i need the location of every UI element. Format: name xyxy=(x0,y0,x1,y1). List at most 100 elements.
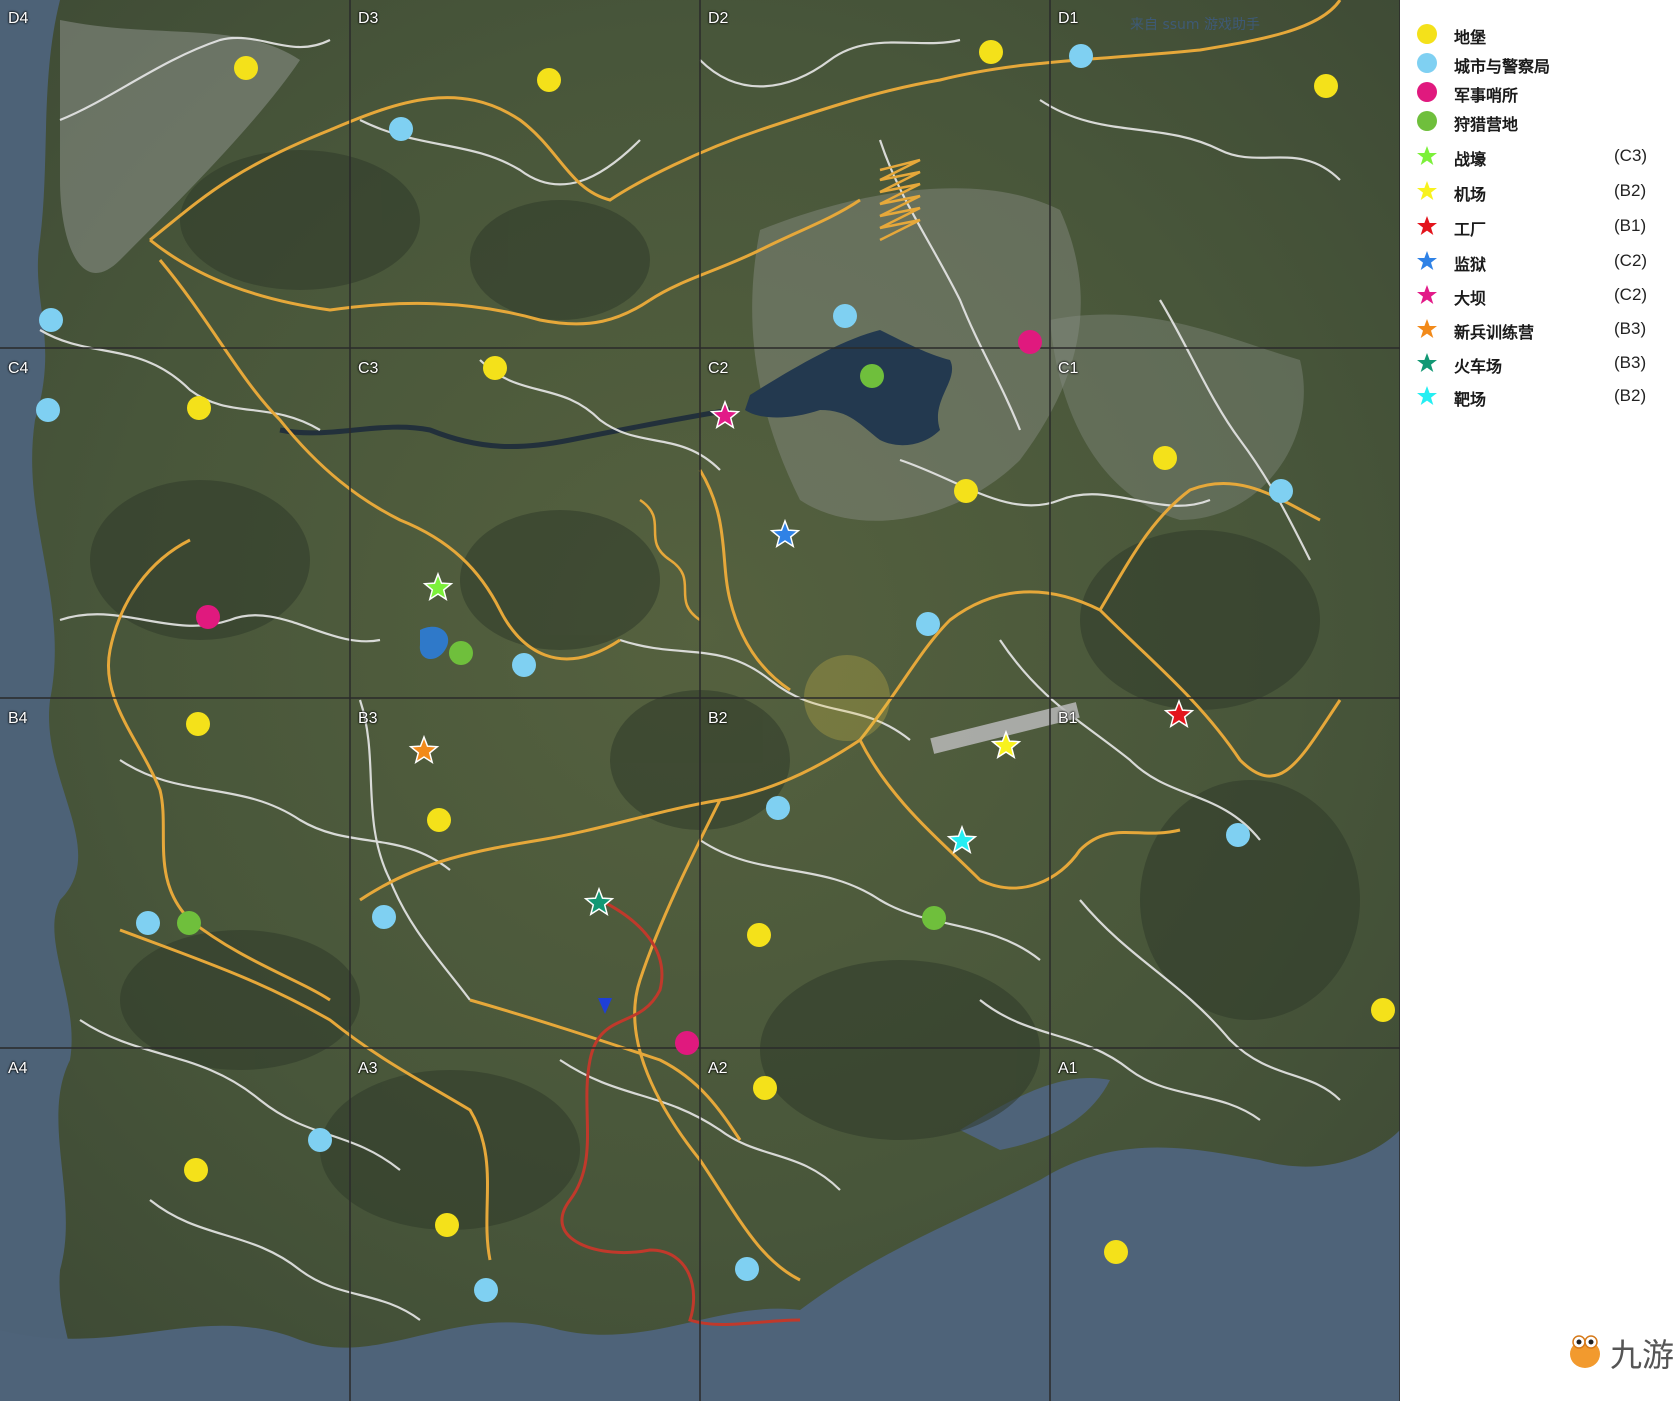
star-marker-icon xyxy=(1417,216,1437,235)
legend-label: 新兵训练营 xyxy=(1454,323,1535,342)
castle-marker[interactable] xyxy=(1104,1240,1128,1264)
city-police-marker[interactable] xyxy=(389,117,413,141)
grid-cell-label: A4 xyxy=(8,1060,28,1077)
legend-label: 战壕 xyxy=(1454,150,1487,169)
city-police-marker[interactable] xyxy=(308,1128,332,1152)
city-police-marker[interactable] xyxy=(1069,44,1093,68)
legend-item-city-police: 城市与警察局 xyxy=(1412,49,1672,77)
map-view[interactable]: D4 D3 D2 D1 C4 C3 C2 C1 B4 B3 B2 B1 A4 A… xyxy=(0,0,1400,1401)
castle-marker[interactable] xyxy=(1371,998,1395,1022)
legend-item-trench: 战壕 (C3) xyxy=(1412,142,1672,170)
legend-item-recruit-camp: 新兵训练营 (B3) xyxy=(1412,315,1672,343)
star-marker-icon xyxy=(1417,285,1437,304)
castle-marker[interactable] xyxy=(427,808,451,832)
castle-marker[interactable] xyxy=(186,712,210,736)
legend-label: 大坝 xyxy=(1454,289,1487,308)
city-police-marker[interactable] xyxy=(916,612,940,636)
circle-marker-icon xyxy=(1417,111,1437,131)
hunting-marker[interactable] xyxy=(922,906,946,930)
legend-label: 城市与警察局 xyxy=(1454,57,1551,76)
legend-grid-ref: (B1) xyxy=(1614,216,1647,235)
castle-marker[interactable] xyxy=(1314,74,1338,98)
map-legend: 地堡 城市与警察局 军事哨所 狩猎营地 战壕 (C3) 机场 (B2) 工厂 (… xyxy=(1402,0,1679,1401)
hunting-marker[interactable] xyxy=(177,911,201,935)
castle-marker[interactable] xyxy=(537,68,561,92)
star-marker-icon xyxy=(1417,251,1437,270)
grid-cell-label: C2 xyxy=(708,360,729,377)
legend-label: 狩猎营地 xyxy=(1454,115,1519,134)
castle-marker[interactable] xyxy=(187,396,211,420)
city-police-marker[interactable] xyxy=(136,911,160,935)
hunting-marker[interactable] xyxy=(449,641,473,665)
legend-item-shooting-range: 靶场 (B2) xyxy=(1412,382,1672,410)
legend-grid-ref: (C3) xyxy=(1614,146,1648,165)
grid-cell-label: B3 xyxy=(358,710,378,727)
city-police-marker[interactable] xyxy=(766,796,790,820)
city-police-marker[interactable] xyxy=(36,398,60,422)
legend-label: 地堡 xyxy=(1454,28,1487,47)
star-marker-icon xyxy=(1417,146,1437,165)
legend-item-hunting: 狩猎营地 xyxy=(1412,107,1672,135)
castle-marker[interactable] xyxy=(747,923,771,947)
grid-cell-label: D4 xyxy=(8,10,29,27)
grid-cell-label: C1 xyxy=(1058,360,1079,377)
circle-marker-icon xyxy=(1417,24,1437,44)
castle-marker[interactable] xyxy=(234,56,258,80)
castle-marker[interactable] xyxy=(483,356,507,380)
military-marker[interactable] xyxy=(675,1031,699,1055)
star-marker-icon xyxy=(1417,353,1437,372)
military-marker[interactable] xyxy=(196,605,220,629)
castle-marker[interactable] xyxy=(954,479,978,503)
castle-marker[interactable] xyxy=(753,1076,777,1100)
legend-label: 监狱 xyxy=(1454,255,1487,274)
legend-grid-ref: (B2) xyxy=(1614,386,1647,405)
grid-cell-label: A2 xyxy=(708,1060,728,1077)
city-police-marker[interactable] xyxy=(1226,823,1250,847)
legend-item-military: 军事哨所 xyxy=(1412,78,1672,106)
legend-item-dam: 大坝 (C2) xyxy=(1412,281,1672,309)
city-police-marker[interactable] xyxy=(833,304,857,328)
legend-label: 机场 xyxy=(1454,185,1487,204)
grid-cell-label: B2 xyxy=(708,710,728,727)
circle-marker-icon xyxy=(1417,53,1437,73)
city-police-marker[interactable] xyxy=(512,653,536,677)
city-police-marker[interactable] xyxy=(1269,479,1293,503)
legend-grid-ref: (B2) xyxy=(1614,181,1647,200)
grid-cell-label: C3 xyxy=(358,360,379,377)
grid-cell-label: C4 xyxy=(8,360,29,377)
castle-marker[interactable] xyxy=(435,1213,459,1237)
star-marker-icon xyxy=(1417,386,1437,405)
military-marker[interactable] xyxy=(1018,330,1042,354)
legend-grid-ref: (B3) xyxy=(1614,353,1647,372)
castle-marker[interactable] xyxy=(1153,446,1177,470)
city-police-marker[interactable] xyxy=(39,308,63,332)
legend-label: 火车场 xyxy=(1454,357,1503,376)
grid-cell-label: A3 xyxy=(358,1060,378,1077)
faint-watermark: 来自 ssum 游戏助手 xyxy=(1130,17,1260,33)
castle-marker[interactable] xyxy=(184,1158,208,1182)
grid-cell-label: B4 xyxy=(8,710,28,727)
legend-label: 军事哨所 xyxy=(1454,86,1519,105)
legend-item-castle: 地堡 xyxy=(1412,20,1672,48)
grid-cell-label: D2 xyxy=(708,10,729,27)
castle-marker[interactable] xyxy=(979,40,1003,64)
legend-grid-ref: (C2) xyxy=(1614,251,1648,270)
circle-marker-icon xyxy=(1417,82,1437,102)
city-police-marker[interactable] xyxy=(474,1278,498,1302)
legend-grid-ref: (B3) xyxy=(1614,319,1647,338)
city-police-marker[interactable] xyxy=(735,1257,759,1281)
map-canvas xyxy=(0,0,1400,1401)
grid-cell-label: D3 xyxy=(358,10,379,27)
hunting-marker[interactable] xyxy=(860,364,884,388)
grid-cell-label: A1 xyxy=(1058,1060,1078,1077)
legend-item-rail-yard: 火车场 (B3) xyxy=(1412,349,1672,377)
grid-cell-label: D1 xyxy=(1058,10,1079,27)
grid-cell-label: B1 xyxy=(1058,710,1078,727)
legend-item-factory: 工厂 (B1) xyxy=(1412,212,1672,240)
legend-label: 靶场 xyxy=(1454,390,1487,409)
star-marker-icon xyxy=(1417,181,1437,200)
legend-label: 工厂 xyxy=(1454,220,1487,239)
jiuyou-logo-icon xyxy=(1570,1335,1600,1368)
legend-item-airport: 机场 (B2) xyxy=(1412,177,1672,205)
city-police-marker[interactable] xyxy=(372,905,396,929)
